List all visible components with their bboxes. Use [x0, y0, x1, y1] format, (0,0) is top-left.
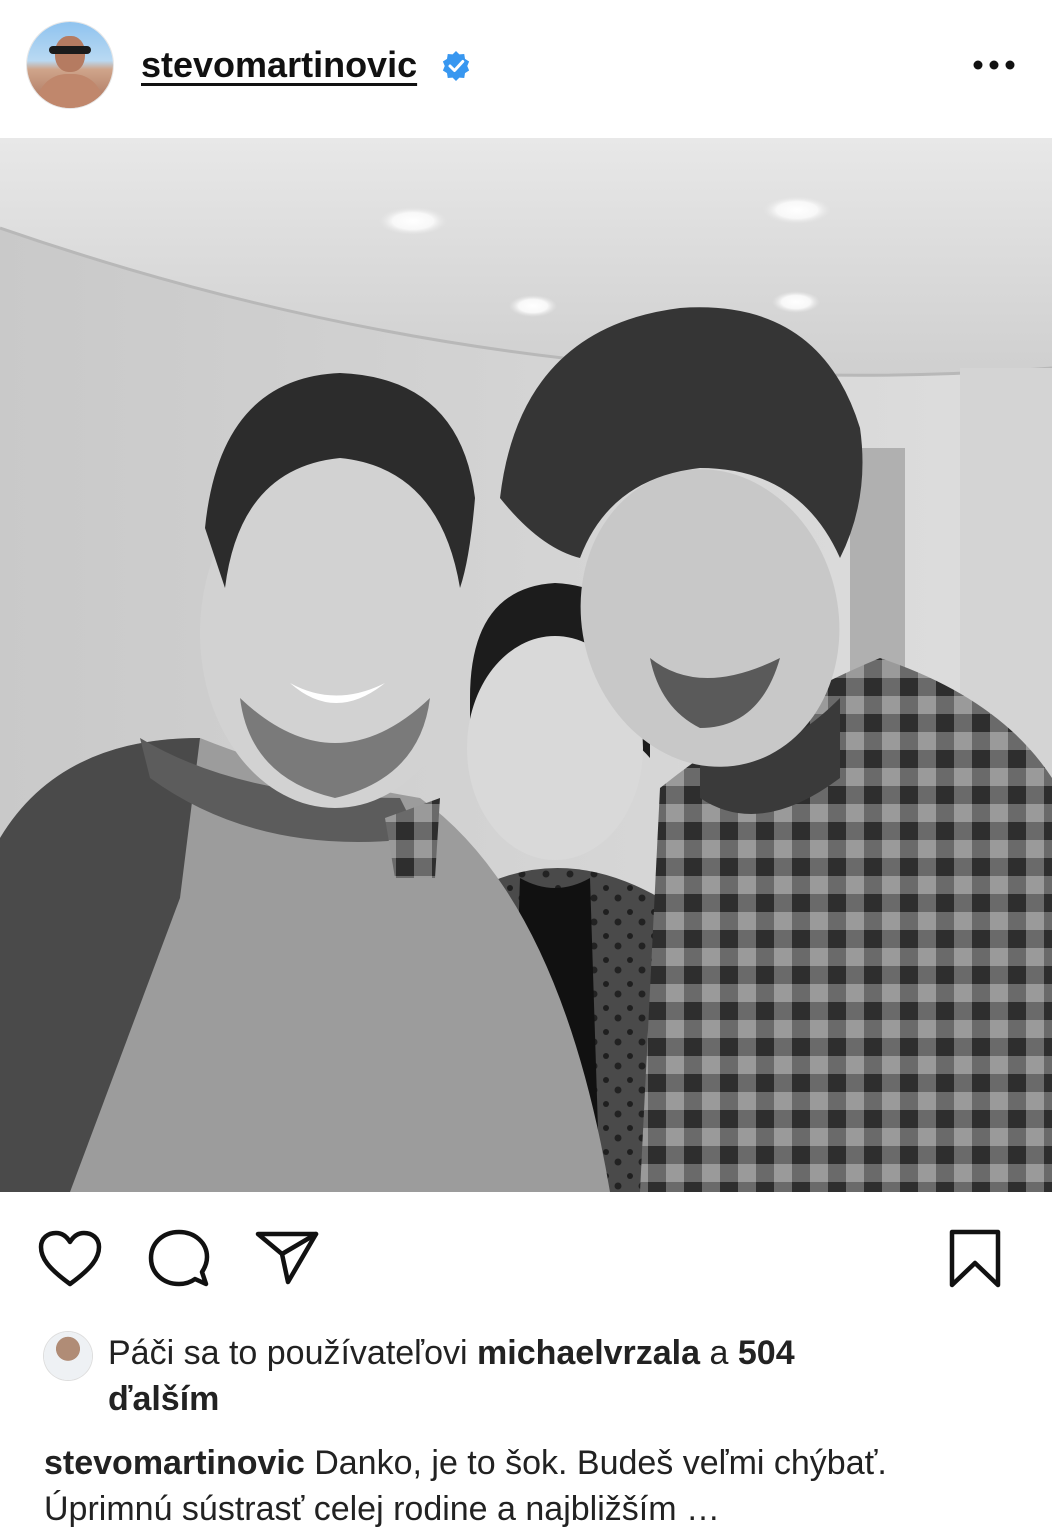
user-avatar[interactable] [27, 22, 113, 108]
likes-prefix: Páči sa to používateľovi [108, 1334, 468, 1372]
comment-bubble-icon[interactable] [148, 1228, 210, 1288]
post-header: stevomartinovic [0, 0, 1052, 138]
likes-suffix[interactable]: ďalším [108, 1380, 219, 1418]
likes-text: Páči sa to používateľovi michaelvrzala a… [108, 1330, 988, 1422]
verified-badge-icon [442, 51, 470, 81]
liker-avatar[interactable] [44, 1332, 92, 1380]
likes-connector: a [709, 1334, 729, 1372]
liker-username[interactable]: michaelvrzala [477, 1334, 700, 1372]
action-bar [0, 1192, 1052, 1322]
username-link[interactable]: stevomartinovic [141, 44, 417, 86]
caption-line2: Úprimnú sústrasť celej rodine a najbližš… [44, 1490, 677, 1528]
avatar-face [55, 36, 85, 72]
post-photo[interactable] [0, 138, 1052, 1192]
avatar-glasses [49, 46, 91, 54]
more-options-icon[interactable] [970, 50, 1018, 80]
likes-count[interactable]: 504 [738, 1334, 795, 1372]
heart-icon[interactable] [38, 1230, 102, 1288]
caption-more[interactable]: … [686, 1490, 720, 1528]
bookmark-icon[interactable] [948, 1228, 1002, 1290]
caption-author[interactable]: stevomartinovic [44, 1444, 305, 1482]
photo-illustration [0, 138, 1052, 1192]
avatar-body [37, 74, 103, 108]
post-caption: stevomartinovic Danko, je to šok. Budeš … [44, 1440, 1024, 1532]
send-paper-plane-icon[interactable] [255, 1230, 319, 1286]
caption-line1: Danko, je to šok. Budeš veľmi chýbať. [314, 1444, 887, 1482]
